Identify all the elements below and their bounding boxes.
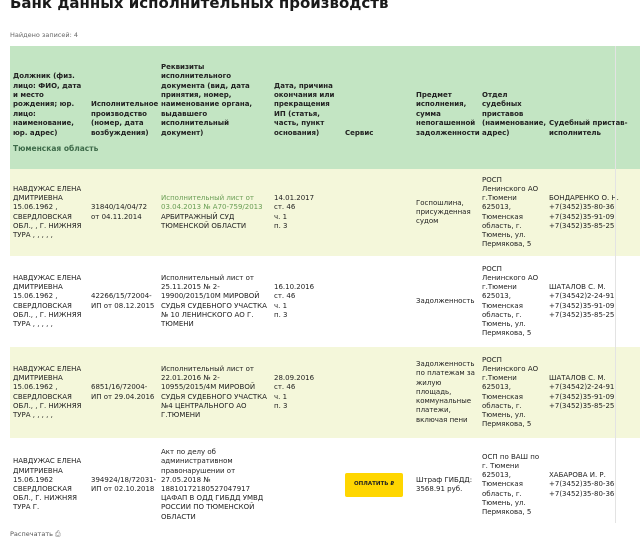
service-cell (342, 347, 413, 438)
end-article: ст. 46 (274, 383, 296, 392)
end-article: ст. 46 (274, 203, 296, 212)
end-article: ст. 46 (274, 292, 296, 301)
end-date-cell: 14.01.2017 ст. 46 ч. 1 п. 3 (271, 169, 342, 256)
bailiff-cell: БОНДАРЕНКО О. Н. +7(3452)35-80-36 +7(345… (546, 169, 640, 256)
table-row: НАВДУЖАС ЕЛЕНА ДМИТРИЕВНА 15.06.1962 СВЕ… (10, 438, 640, 523)
service-cell: ОПЛАТИТЬ ₽ (342, 438, 413, 523)
subject-cell: Госпошлина, присужденная судом (413, 169, 479, 256)
results-table: Должник (физ. лицо: ФИО, дата и место ро… (10, 46, 640, 523)
page-edge-divider (615, 46, 616, 523)
document-cell: Исполнительный лист от 25.11.2015 № 2-19… (158, 256, 271, 347)
column-header-service: Сервис (342, 46, 413, 142)
end-point: п. 3 (274, 221, 288, 230)
end-part: ч. 1 (274, 392, 288, 401)
end-date: 28.09.2016 (274, 374, 315, 383)
document-link[interactable]: Исполнительный лист от 03.04.2013 № А70-… (161, 194, 263, 211)
end-part: ч. 1 (274, 212, 288, 221)
proceeding-cell: 394924/18/72031-ИП от 02.10.2018 (88, 438, 158, 523)
table-row: НАВДУЖАС ЕЛЕНА ДМИТРИЕВНА 15.06.1962 , С… (10, 256, 640, 347)
end-date-cell: 16.10.2016 ст. 46 ч. 1 п. 3 (271, 256, 342, 347)
proceeding-cell: 6851/16/72004-ИП от 29.04.2016 (88, 347, 158, 438)
debtor-cell: НАВДУЖАС ЕЛЕНА ДМИТРИЕВНА 15.06.1962 , С… (10, 347, 88, 438)
document-cell: Исполнительный лист от 22.01.2016 № 2-10… (158, 347, 271, 438)
column-header-bailiff: Судебный пристав-исполнитель (546, 46, 640, 142)
bailiff-cell: ШАТАЛОВ С. М. +7(34542)2-24-91 +7(3452)3… (546, 347, 640, 438)
osp-cell: РОСП Ленинского АО г.Тюмени 625013, Тюме… (479, 256, 546, 347)
printer-icon: ⎙ (55, 530, 61, 538)
osp-cell: ОСП по ВАШ по г. Тюмени 625013, Тюменска… (479, 438, 546, 523)
document-cell: Исполнительный лист от 03.04.2013 № А70-… (158, 169, 271, 256)
proceeding-cell: 31840/14/04/72 от 04.11.2014 (88, 169, 158, 256)
end-point: п. 3 (274, 401, 288, 410)
bailiff-cell: ХАБАРОВА И. Р. +7(3452)35-80-36 +7(3452)… (546, 438, 640, 523)
column-header-proceeding: Исполнительное производство (номер, дата… (88, 46, 158, 142)
osp-cell: РОСП Ленинского АО г.Тюмени 625013, Тюме… (479, 347, 546, 438)
page-title: Банк данных исполнительных производств (10, 0, 389, 12)
end-date-cell (271, 438, 342, 523)
print-link[interactable]: Распечатать ⎙ (10, 530, 61, 539)
column-header-debtor: Должник (физ. лицо: ФИО, дата и место ро… (10, 46, 88, 142)
end-point: п. 3 (274, 310, 288, 319)
end-date: 16.10.2016 (274, 283, 315, 292)
print-label: Распечатать (10, 530, 53, 538)
column-header-document: Реквизиты исполнительного документа (вид… (158, 46, 271, 142)
osp-cell: РОСП Ленинского АО г.Тюмени 625013, Тюме… (479, 169, 546, 256)
column-header-end-date: Дата, причина окончания или прекращения … (271, 46, 342, 142)
table-row: НАВДУЖАС ЕЛЕНА ДМИТРИЕВНА 15.06.1962 , С… (10, 347, 640, 438)
service-cell (342, 169, 413, 256)
table-row: НАВДУЖАС ЕЛЕНА ДМИТРИЕВНА 15.06.1962 , С… (10, 169, 640, 256)
table-header-row: Должник (физ. лицо: ФИО, дата и место ро… (10, 46, 640, 142)
end-date-cell: 28.09.2016 ст. 46 ч. 1 п. 3 (271, 347, 342, 438)
end-date: 14.01.2017 (274, 194, 315, 203)
document-issuer: АРБИТРАЖНЫЙ СУД ТЮМЕНСКОЙ ОБЛАСТИ (161, 212, 247, 230)
debtor-cell: НАВДУЖАС ЕЛЕНА ДМИТРИЕВНА 15.06.1962 СВЕ… (10, 438, 88, 523)
subject-cell: Задолженность по платежам за жилую площа… (413, 347, 479, 438)
records-found-count: Найдено записей: 4 (10, 31, 78, 39)
bailiff-cell: ШАТАЛОВ С. М. +7(34542)2-24-91 +7(3452)3… (546, 256, 640, 347)
results-table-container: Должник (физ. лицо: ФИО, дата и место ро… (10, 46, 640, 523)
proceeding-cell: 42266/15/72004-ИП от 08.12.2015 (88, 256, 158, 347)
subject-cell: Задолженность (413, 256, 479, 347)
region-row: Тюменская область (10, 142, 640, 169)
debtor-cell: НАВДУЖАС ЕЛЕНА ДМИТРИЕВНА 15.06.1962 , С… (10, 256, 88, 347)
column-header-osp: Отдел судебных приставов (наименование, … (479, 46, 546, 142)
document-cell: Акт по делу об административном правонар… (158, 438, 271, 523)
end-part: ч. 1 (274, 301, 288, 310)
column-header-subject: Предмет исполнения, сумма непогашенной з… (413, 46, 480, 142)
pay-button[interactable]: ОПЛАТИТЬ ₽ (345, 473, 404, 497)
service-cell (342, 256, 413, 347)
subject-cell: Штраф ГИБДД: 3568.91 руб. (413, 438, 479, 523)
region-label: Тюменская область (10, 142, 640, 169)
debtor-cell: НАВДУЖАС ЕЛЕНА ДМИТРИЕВНА 15.06.1962 , С… (10, 169, 88, 256)
